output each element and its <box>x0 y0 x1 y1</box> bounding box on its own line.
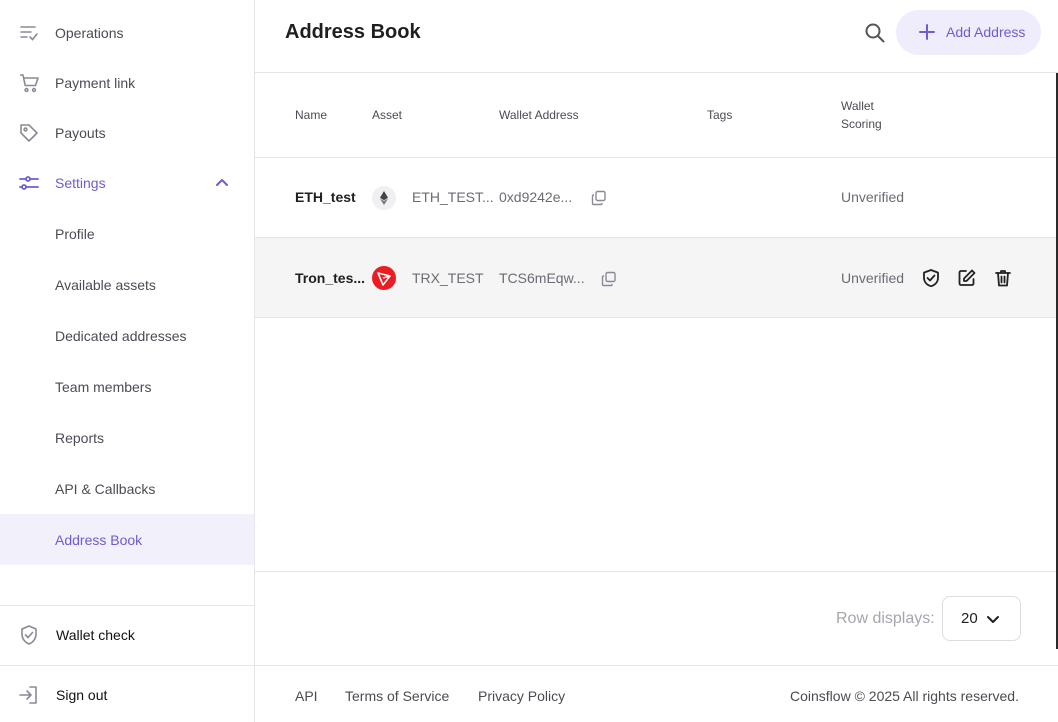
search-icon[interactable] <box>863 21 887 45</box>
sidebar-subitem-label: Reports <box>55 429 105 446</box>
row-wallet-address: 0xd9242e... <box>499 189 573 205</box>
footer-link-api[interactable]: API <box>295 688 318 704</box>
wallet-check-button[interactable]: Wallet check <box>0 606 254 664</box>
table-row[interactable]: Tron_tes... TRX_TEST TCS6mEqw... Unverif… <box>255 238 1056 318</box>
tag-icon <box>18 122 40 144</box>
copy-icon[interactable] <box>601 271 617 287</box>
column-header-wallet-scoring-line: Scoring <box>841 117 882 131</box>
sidebar-item-operations[interactable]: Operations <box>0 8 254 58</box>
sidebar-subitem-profile[interactable]: Profile <box>0 208 254 259</box>
plus-icon <box>918 23 936 41</box>
sidebar-subitem-label: Available assets <box>55 276 156 293</box>
row-asset: TRX_TEST <box>412 270 484 286</box>
page-title: Address Book <box>285 21 421 43</box>
sidebar-subitem-team-members[interactable]: Team members <box>0 361 254 412</box>
sidebar-subitem-available-assets[interactable]: Available assets <box>0 259 254 310</box>
page-header: Address Book Add Address <box>255 0 1058 73</box>
cart-icon <box>18 72 40 94</box>
column-header-name: Name <box>295 108 328 122</box>
footer-link-privacy[interactable]: Privacy Policy <box>478 688 565 704</box>
footer-link-terms[interactable]: Terms of Service <box>345 688 449 704</box>
wallet-check-label: Wallet check <box>56 627 135 643</box>
add-address-label: Add Address <box>946 24 1026 40</box>
column-header-asset: Asset <box>372 108 403 122</box>
sidebar-subitem-label: Address Book <box>55 531 143 548</box>
sidebar-item-label: Operations <box>55 25 124 41</box>
sidebar-subitem-label: API & Callbacks <box>55 480 156 497</box>
add-address-button[interactable]: Add Address <box>896 10 1041 55</box>
page-footer: API Terms of Service Privacy Policy Coin… <box>255 665 1058 722</box>
sidebar-item-settings[interactable]: Settings <box>0 158 254 208</box>
row-wallet-address: TCS6mEqw... <box>499 270 585 286</box>
table-row[interactable]: ETH_test ETH_TEST... 0xd9242e... Unverif… <box>255 158 1056 238</box>
row-name: ETH_test <box>295 189 356 205</box>
sidebar-subitem-dedicated-addresses[interactable]: Dedicated addresses <box>0 310 254 361</box>
sidebar-item-label: Payouts <box>55 125 106 141</box>
row-wallet-scoring: Unverified <box>841 270 905 286</box>
sidebar-subitem-label: Dedicated addresses <box>55 327 187 344</box>
sidebar-subitem-address-book[interactable]: Address Book <box>0 514 254 565</box>
rows-per-page-select[interactable]: 20 <box>942 596 1021 641</box>
operations-list-icon <box>18 22 40 44</box>
sidebar-item-payment-link[interactable]: Payment link <box>0 58 254 108</box>
check-wallet-shield-icon[interactable] <box>921 268 941 288</box>
sidebar-item-label: Settings <box>55 175 106 191</box>
column-header-wallet-address: Wallet Address <box>499 108 579 122</box>
column-header-wallet-scoring-line: Wallet <box>841 99 874 113</box>
row-name: Tron_tes... <box>295 270 366 286</box>
settings-sliders-icon <box>18 172 40 194</box>
rows-per-page-label: Row displays: <box>836 610 935 627</box>
rows-per-page-value: 20 <box>961 610 978 627</box>
row-asset: ETH_TEST... <box>412 189 494 205</box>
main-content: Address Book Add Address Name Asset Wall… <box>255 0 1058 722</box>
ethereum-icon <box>372 186 396 210</box>
sidebar-subitem-reports[interactable]: Reports <box>0 412 254 463</box>
sidebar-item-label: Payment link <box>55 75 136 91</box>
trash-icon[interactable] <box>993 268 1013 288</box>
sidebar-subitem-label: Team members <box>55 378 152 395</box>
sidebar-item-payouts[interactable]: Payouts <box>0 108 254 158</box>
chevron-up-icon[interactable] <box>213 174 231 192</box>
sign-out-button[interactable]: Sign out <box>0 666 254 722</box>
copyright-text: Coinsflow © 2025 All rights reserved. <box>790 688 1019 704</box>
column-header-tags: Tags <box>707 108 733 122</box>
sign-out-icon <box>18 684 40 706</box>
table-header: Name Asset Wallet Address Tags Wallet Sc… <box>255 73 1056 158</box>
edit-icon[interactable] <box>957 268 977 288</box>
sidebar-subitem-api-callbacks[interactable]: API & Callbacks <box>0 463 254 514</box>
copy-icon[interactable] <box>591 190 607 206</box>
shield-icon <box>18 624 40 646</box>
row-wallet-scoring: Unverified <box>841 189 905 205</box>
table-footer-divider <box>255 571 1056 572</box>
sidebar-subitem-label: Profile <box>55 225 95 242</box>
sign-out-label: Sign out <box>56 687 108 703</box>
tron-icon <box>372 266 396 290</box>
column-header-wallet-scoring: Wallet Scoring <box>841 97 882 133</box>
sidebar: Operations Payment link Payouts Settings… <box>0 0 255 722</box>
chevron-down-icon <box>985 611 1001 627</box>
